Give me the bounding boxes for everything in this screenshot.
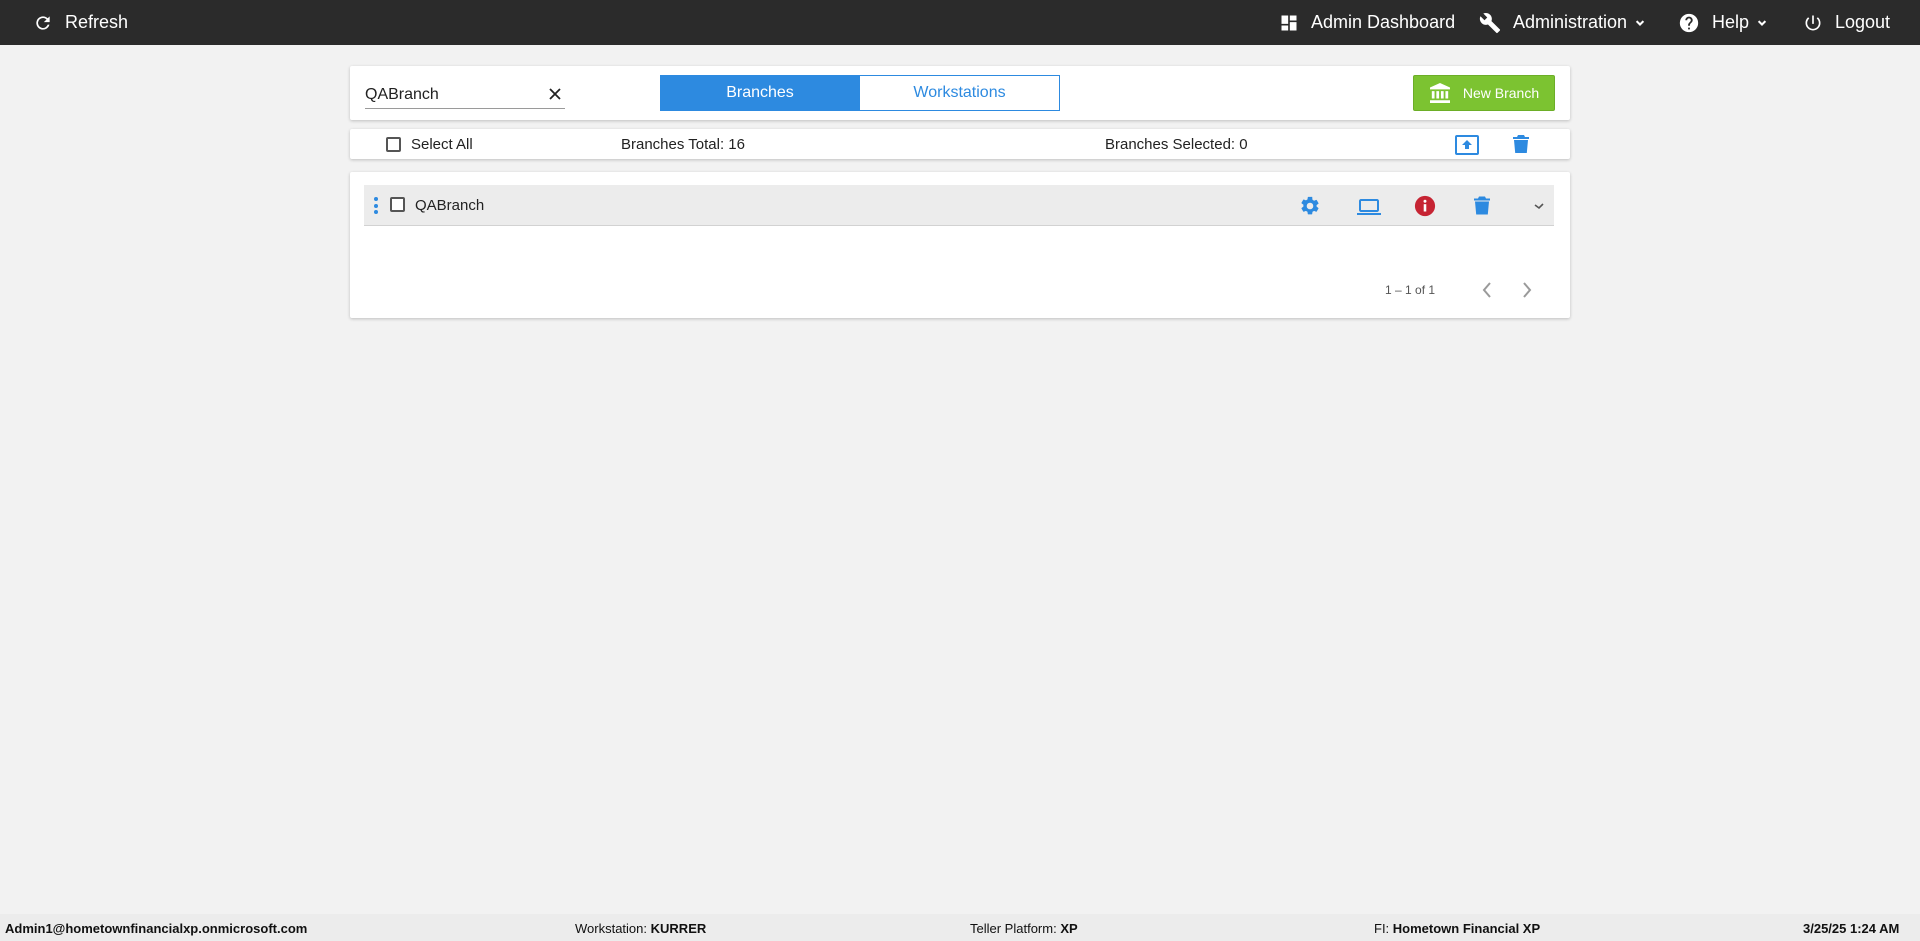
trash-icon	[1474, 195, 1490, 216]
pagination-range: 1 – 1 of 1	[1385, 283, 1436, 297]
upload-icon	[1455, 135, 1479, 155]
laptop-icon	[1357, 195, 1381, 217]
tab-branches[interactable]: Branches	[660, 75, 860, 111]
close-icon	[549, 88, 561, 100]
checkbox[interactable]	[386, 137, 401, 152]
info-icon	[1414, 195, 1436, 217]
next-page-button[interactable]	[1521, 281, 1533, 299]
administration-label: Administration	[1513, 12, 1628, 32]
help-menu[interactable]: Help	[1678, 0, 1769, 45]
trash-icon	[1513, 134, 1529, 154]
dashboard-icon	[1279, 13, 1299, 33]
select-all-checkbox[interactable]: Select All	[386, 136, 473, 153]
fi-label: FI:	[1374, 921, 1390, 936]
upload-button[interactable]	[1455, 135, 1479, 155]
admin-dashboard-label: Admin Dashboard	[1311, 12, 1456, 32]
logout-label: Logout	[1835, 12, 1891, 32]
select-all-label: Select All	[411, 136, 473, 153]
workstation-label: Workstation:	[575, 921, 648, 936]
platform-label: Teller Platform:	[970, 921, 1057, 936]
bank-icon	[1429, 83, 1463, 103]
refresh-button[interactable]: Refresh	[33, 0, 128, 45]
gear-icon	[1299, 195, 1321, 217]
workstation-status: Workstation: KURRER	[575, 921, 706, 936]
refresh-icon	[33, 13, 53, 33]
chevron-down-icon	[1633, 16, 1647, 30]
selection-summary-bar: Select All Branches Total: 16 Branches S…	[350, 129, 1570, 159]
branches-total: Branches Total: 16	[621, 136, 745, 153]
expand-icon	[1534, 200, 1544, 210]
administration-menu[interactable]: Administration	[1479, 0, 1647, 45]
clear-search-button[interactable]	[545, 84, 565, 104]
fi-value: Hometown Financial XP	[1392, 921, 1541, 936]
help-icon	[1678, 12, 1700, 34]
list-item[interactable]: QABranch	[364, 185, 1554, 226]
platform-status: Teller Platform: XP	[970, 921, 1078, 936]
platform-value: XP	[1060, 921, 1078, 936]
branches-selected: Branches Selected: 0	[1105, 136, 1248, 153]
status-bar: Admin1@hometownfinancialxp.onmicrosoft.c…	[0, 914, 1920, 941]
top-navigation-bar: Refresh Admin Dashboard Administration H…	[0, 0, 1920, 45]
search-toolbar: Branches Workstations New Branch	[350, 66, 1570, 120]
drag-handle-icon[interactable]	[374, 197, 378, 214]
branch-settings-button[interactable]	[1299, 195, 1321, 217]
refresh-label: Refresh	[65, 12, 129, 32]
branch-info-button[interactable]	[1414, 195, 1436, 217]
help-label: Help	[1712, 12, 1750, 32]
logout-button[interactable]: Logout	[1803, 0, 1890, 45]
fi-status: FI: Hometown Financial XP	[1374, 921, 1540, 936]
workstation-value: KURRER	[650, 921, 707, 936]
delete-selected-button[interactable]	[1513, 134, 1529, 154]
expand-row-button[interactable]	[1534, 200, 1544, 210]
branch-workstations-button[interactable]	[1357, 195, 1381, 217]
new-branch-button[interactable]: New Branch	[1413, 75, 1555, 111]
new-branch-label: New Branch	[1462, 85, 1540, 101]
chevron-down-icon	[1755, 16, 1769, 30]
current-user: Admin1@hometownfinancialxp.onmicrosoft.c…	[5, 921, 308, 936]
status-datetime: 3/25/25 1:24 AM	[1803, 921, 1900, 936]
power-icon	[1803, 13, 1823, 33]
wrench-icon	[1479, 12, 1501, 34]
row-checkbox[interactable]	[390, 197, 405, 212]
delete-branch-button[interactable]	[1474, 195, 1490, 216]
admin-dashboard-link[interactable]: Admin Dashboard	[1279, 0, 1455, 45]
branch-list: QABranch 1 – 1 of 1	[350, 172, 1570, 318]
branch-name: QABranch	[415, 197, 485, 214]
chevron-left-icon	[1481, 281, 1493, 299]
previous-page-button[interactable]	[1481, 281, 1493, 299]
tab-workstations[interactable]: Workstations	[859, 75, 1060, 111]
search-input[interactable]	[365, 82, 565, 109]
chevron-right-icon	[1521, 281, 1533, 299]
